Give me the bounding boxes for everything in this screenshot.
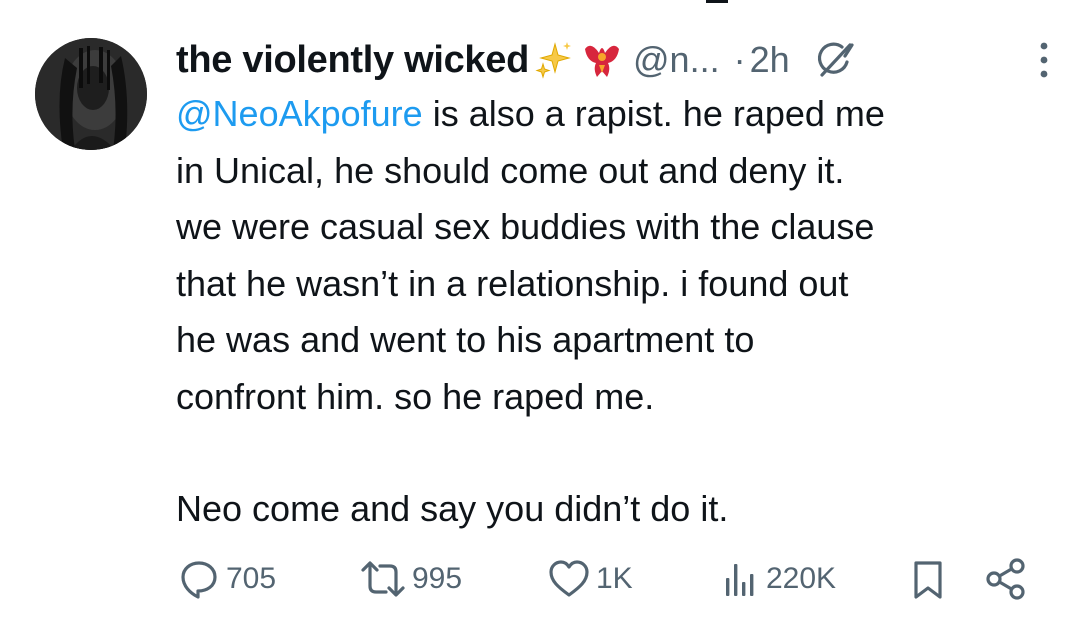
separator-dot: ·: [733, 39, 746, 80]
views-button[interactable]: 220K: [722, 553, 836, 605]
tweet-line-3: we were casual sex buddies with the clau…: [176, 206, 875, 247]
heart-icon: [549, 560, 589, 597]
avatar[interactable]: [35, 38, 147, 150]
tweet-line-1: @NeoAkpofure is also a rapist. he raped …: [176, 93, 885, 134]
sparkles-icon: [535, 40, 575, 80]
views-icon: [726, 564, 754, 596]
bookmark-button[interactable]: [910, 553, 946, 605]
tweet-line-4: that he wasn’t in a relationship. i foun…: [176, 262, 849, 304]
tweet-line-6: confront him. so he raped me.: [176, 375, 655, 417]
tweet-line-5: he was and went to his apartment to: [176, 319, 755, 360]
action-bar: 705 995 1K 220K: [176, 553, 1036, 605]
more-options-icon[interactable]: [1038, 40, 1050, 80]
repost-icon: [361, 561, 405, 597]
red-bird-icon: [581, 39, 623, 81]
reply-count: 705: [226, 562, 277, 595]
display-name[interactable]: the violently wicked: [176, 39, 529, 82]
bookmark-icon: [914, 561, 942, 599]
like-button[interactable]: 1K: [546, 553, 633, 605]
tweet-text: @NeoAkpofure is also a rapist. he raped …: [176, 86, 1046, 538]
share-icon: [986, 558, 1025, 600]
top-edge-divider: [706, 0, 728, 3]
reply-button[interactable]: 705: [176, 553, 276, 605]
tweet-closing-line: Neo come and say you didn’t do it.: [176, 488, 729, 529]
grok-icon[interactable]: [814, 39, 856, 81]
avatar-photo: [35, 38, 147, 150]
share-button[interactable]: [984, 553, 1028, 605]
tweet-header: the violently wicked @n... · 2h: [176, 34, 1050, 86]
repost-button[interactable]: 995: [358, 553, 462, 605]
views-count: 220K: [766, 562, 837, 595]
user-handle[interactable]: @n...: [633, 39, 720, 81]
reply-icon: [181, 561, 217, 599]
tweet-line-2: in Unical, he should come out and deny i…: [176, 149, 845, 191]
repost-count: 995: [412, 562, 463, 595]
like-count: 1K: [596, 562, 633, 595]
mention-link[interactable]: @NeoAkpofure: [176, 93, 423, 134]
timestamp[interactable]: 2h: [750, 39, 790, 81]
